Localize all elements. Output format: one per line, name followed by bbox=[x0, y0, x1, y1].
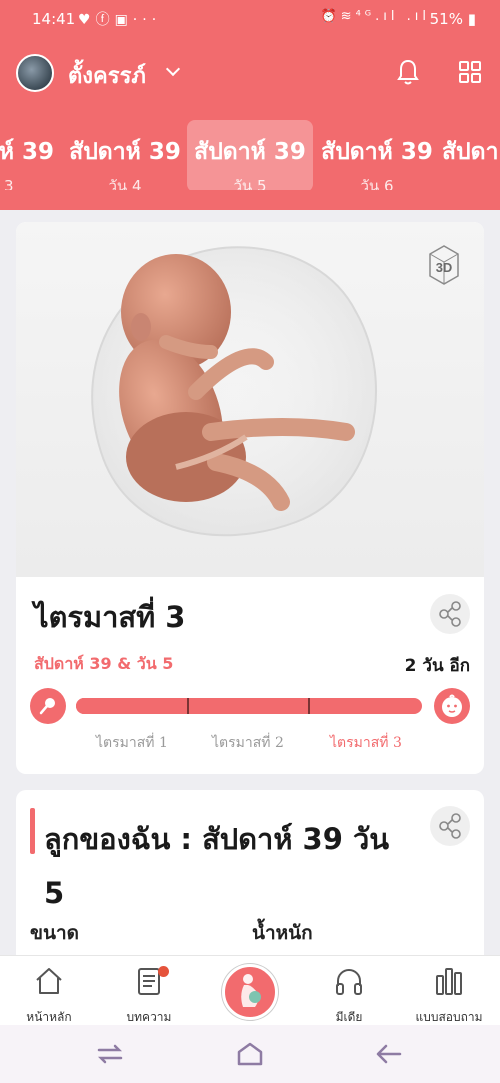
nav-articles[interactable]: บทความ bbox=[104, 964, 194, 1027]
header-area: 14:41 ♥ⓕ▣··· ⏰≋⁴ᴳ.ıl .ıl 51% ▮ ตั้งครรภ์… bbox=[0, 0, 500, 210]
trimester-title: ไตรมาสที่ 3 bbox=[34, 600, 186, 634]
system-navigation-bar bbox=[0, 1025, 500, 1083]
progress-divider bbox=[308, 698, 310, 714]
flipboard-icon: ▣ bbox=[114, 12, 133, 28]
progress-divider bbox=[187, 698, 189, 714]
week-selector: ห์ 39 วัน 3 สัปดาห์ 39 วัน 4 สัปดาห์ 39 … bbox=[0, 120, 500, 190]
trimester-label-2: ไตรมาสที่ 2 bbox=[212, 735, 284, 751]
week-tab[interactable]: สัปดาห์ 39 วัน 6 bbox=[314, 120, 440, 190]
bell-icon[interactable] bbox=[396, 58, 420, 86]
app-bar: ตั้งครรภ์ bbox=[0, 48, 500, 98]
pregnancy-icon bbox=[241, 974, 261, 1007]
bottom-navigation: หน้าหลัก บทความ มีเดีย แบบสอบถาม bbox=[0, 955, 500, 1025]
3d-view-icon[interactable]: 3D bbox=[420, 240, 468, 288]
pregnancy-center-button[interactable] bbox=[222, 964, 278, 1020]
week-tab-active[interactable]: สัปดาห์ 39 วัน 5 bbox=[187, 120, 313, 190]
baby-face-icon bbox=[434, 688, 470, 724]
svg-text:3D: 3D bbox=[436, 260, 453, 275]
share-icon bbox=[439, 813, 461, 839]
progress-fill bbox=[76, 698, 409, 714]
home-system-icon[interactable] bbox=[235, 1040, 265, 1068]
nav-media[interactable]: มีเดีย bbox=[304, 964, 394, 1027]
fetus-illustration bbox=[91, 246, 377, 537]
messenger-icon: ⓕ bbox=[95, 12, 115, 28]
status-bar: 14:41 ♥ⓕ▣··· ⏰≋⁴ᴳ.ıl .ıl 51% ▮ bbox=[0, 0, 500, 40]
week-tab[interactable]: สัปดาห์ 39 วัน 4 bbox=[62, 120, 188, 190]
title-accent-bar bbox=[30, 808, 35, 854]
battery-level: 51% ▮ bbox=[429, 10, 476, 28]
baby-card-title: ลูกของฉัน : สัปดาห์ 39 วัน 5 bbox=[44, 822, 390, 910]
wifi-icon: ≋ bbox=[340, 9, 356, 24]
nav-survey[interactable]: แบบสอบถาม bbox=[404, 964, 494, 1027]
trimester-label-1: ไตรมาสที่ 1 bbox=[96, 735, 168, 751]
heart-icon: ♥ bbox=[78, 12, 96, 28]
share-icon bbox=[439, 601, 461, 627]
grid-icon[interactable] bbox=[458, 60, 482, 84]
week-tab[interactable]: ห์ 39 วัน 3 bbox=[0, 120, 60, 190]
pregnancy-start-icon bbox=[30, 688, 66, 724]
alarm-icon: ⏰ bbox=[320, 9, 341, 24]
notification-badge bbox=[158, 966, 169, 977]
current-week-day: สัปดาห์ 39 & วัน 5 bbox=[34, 654, 174, 673]
size-label: ขนาด bbox=[30, 922, 79, 944]
home-icon bbox=[36, 968, 62, 994]
profile-name[interactable]: ตั้งครรภ์ bbox=[68, 58, 146, 93]
share-button[interactable] bbox=[430, 806, 470, 846]
recent-apps-icon[interactable] bbox=[95, 1040, 125, 1068]
more-icon: ··· bbox=[132, 12, 162, 28]
fetus-3d-image[interactable]: 3D bbox=[16, 222, 484, 577]
weight-label: น้ำหนัก bbox=[252, 922, 313, 944]
days-remaining: 2 วัน อีก bbox=[404, 656, 470, 676]
share-button[interactable] bbox=[430, 594, 470, 634]
chevron-down-icon[interactable] bbox=[165, 61, 181, 77]
headphones-icon bbox=[336, 969, 362, 995]
trimester-card: 3D ไตรมาสที่ 3 สัปดาห์ 39 & วัน 5 2 วัน … bbox=[16, 222, 484, 774]
back-icon[interactable] bbox=[374, 1040, 404, 1068]
trimester-progress-bar bbox=[76, 698, 422, 714]
4g-icon: ⁴ᴳ bbox=[355, 9, 376, 24]
nav-home[interactable]: หน้าหลัก bbox=[4, 964, 94, 1027]
trimester-label-3: ไตรมาสที่ 3 bbox=[330, 735, 402, 751]
avatar[interactable] bbox=[16, 54, 54, 92]
status-time: 14:41 bbox=[32, 10, 76, 28]
week-tab[interactable]: สัปดา bbox=[440, 120, 500, 190]
poll-icon bbox=[436, 968, 462, 995]
system-icons: ⏰≋⁴ᴳ.ıl .ıl bbox=[320, 9, 430, 24]
signal-icon: .ıl .ıl bbox=[375, 9, 430, 24]
notification-icons: ♥ⓕ▣··· bbox=[78, 9, 161, 29]
